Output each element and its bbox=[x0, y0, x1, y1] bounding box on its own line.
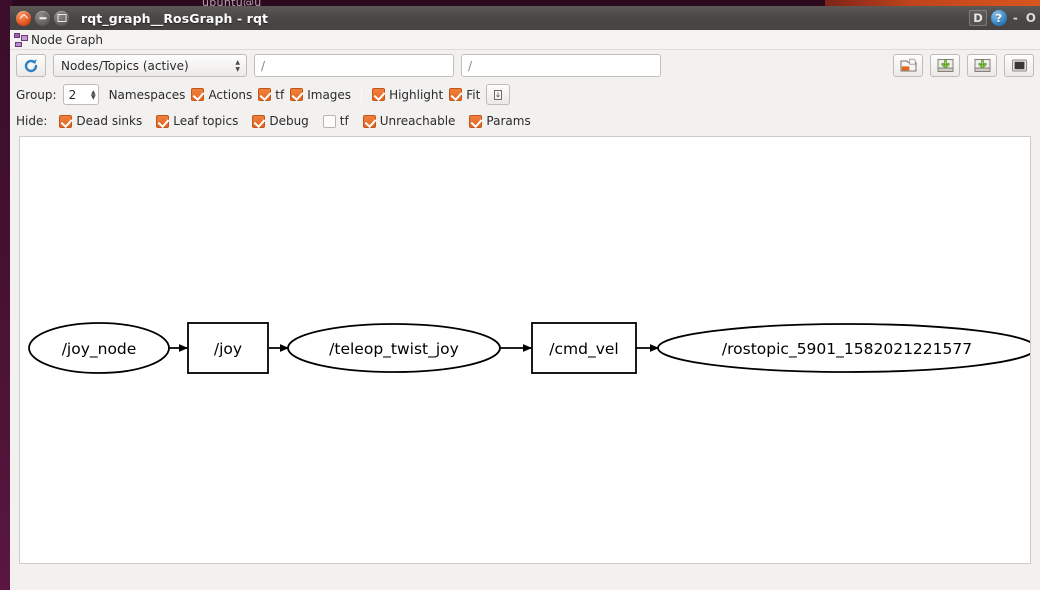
graph-node-rostopic[interactable]: /rostopic_5901_1582021221577 bbox=[657, 323, 1030, 373]
checkbox-hide-leaf-topics-box[interactable] bbox=[156, 114, 170, 128]
save-svg-icon bbox=[974, 59, 990, 72]
checkbox-tf[interactable]: tf bbox=[258, 88, 284, 102]
titlebar-restore-button[interactable]: O bbox=[1024, 11, 1038, 25]
node-graph-icon bbox=[14, 32, 28, 47]
toolbar-right-group bbox=[893, 54, 1034, 77]
checkbox-hide-leaf-topics[interactable]: Leaf topics bbox=[156, 114, 238, 128]
image-icon bbox=[1011, 59, 1027, 72]
folder-icon bbox=[900, 58, 916, 72]
spin-arrows-icon: ▲ ▼ bbox=[90, 88, 96, 101]
save-image-button[interactable] bbox=[1004, 54, 1034, 77]
minimize-button[interactable] bbox=[35, 10, 50, 26]
checkbox-highlight-label: Highlight bbox=[389, 87, 444, 102]
fit-in-view-icon bbox=[494, 89, 503, 100]
checkbox-highlight-box[interactable] bbox=[372, 88, 386, 101]
refresh-button[interactable] bbox=[16, 54, 46, 77]
titlebar-right-controls: D ? - O bbox=[969, 6, 1038, 30]
refresh-icon bbox=[24, 58, 38, 72]
group-spinbox[interactable]: 2 ▲ ▼ bbox=[62, 84, 99, 105]
checkbox-hide-dead-sinks[interactable]: Dead sinks bbox=[59, 114, 142, 128]
checkbox-hide-unreachable-label: Unreachable bbox=[379, 114, 456, 128]
fit-in-view-button[interactable] bbox=[486, 84, 511, 105]
checkbox-hide-dead-sinks-label: Dead sinks bbox=[76, 114, 143, 128]
checkbox-hide-unreachable[interactable]: Unreachable bbox=[362, 114, 456, 128]
save-dot-button[interactable] bbox=[930, 54, 960, 77]
hide-options-bar: Hide: Dead sinks Leaf topics Debug tf Un… bbox=[10, 108, 1040, 134]
checkbox-hide-params-label: Params bbox=[486, 114, 531, 128]
checkbox-hide-dead-sinks-box[interactable] bbox=[59, 114, 73, 128]
checkbox-images-box[interactable] bbox=[290, 88, 304, 101]
combo-arrows-icon: ▲ ▼ bbox=[235, 58, 240, 73]
ros-node-graph[interactable]: /joy_node /joy /teleop_twist_joy /cmd_ve… bbox=[20, 137, 1030, 563]
save-dot-icon bbox=[937, 59, 953, 72]
checkbox-hide-tf[interactable]: tf bbox=[322, 114, 349, 128]
checkbox-hide-debug[interactable]: Debug bbox=[252, 114, 309, 128]
help-icon[interactable]: ? bbox=[990, 10, 1007, 26]
dock-button[interactable]: D bbox=[969, 10, 987, 26]
checkbox-hide-unreachable-box[interactable] bbox=[362, 114, 376, 128]
status-bar bbox=[10, 564, 1040, 590]
checkbox-actions-label: Actions bbox=[208, 87, 253, 102]
node-label-rostopic: /rostopic_5901_1582021221577 bbox=[722, 340, 972, 359]
checkbox-hide-leaf-topics-label: Leaf topics bbox=[173, 114, 239, 128]
maximize-button[interactable] bbox=[54, 10, 69, 26]
graph-canvas[interactable]: /joy_node /joy /teleop_twist_joy /cmd_ve… bbox=[19, 136, 1031, 564]
group-label: Group: bbox=[16, 87, 57, 102]
plugin-title: Node Graph bbox=[31, 32, 103, 47]
graph-node-joy[interactable]: /joy bbox=[187, 322, 269, 374]
checkbox-actions[interactable]: Actions bbox=[191, 88, 252, 102]
node-label-joy_node: /joy_node bbox=[62, 340, 137, 359]
node-label-joy: /joy bbox=[214, 340, 242, 358]
checkbox-namespaces-label: Namespaces bbox=[108, 87, 186, 102]
checkbox-images[interactable]: Images bbox=[290, 88, 351, 102]
checkbox-hide-params[interactable]: Params bbox=[469, 114, 531, 128]
graph-node-cmd_vel[interactable]: /cmd_vel bbox=[531, 322, 637, 374]
graph-toolbar: Nodes/Topics (active) ▲ ▼ / / bbox=[10, 50, 1040, 81]
plugin-header: Node Graph bbox=[10, 30, 1040, 50]
checkbox-fit[interactable]: Fit bbox=[449, 88, 480, 102]
checkbox-fit-box[interactable] bbox=[449, 88, 463, 101]
titlebar-minimize-button[interactable]: - bbox=[1011, 11, 1020, 25]
graph-type-combobox[interactable]: Nodes/Topics (active) ▲ ▼ bbox=[53, 54, 247, 77]
close-button[interactable] bbox=[16, 10, 31, 26]
node-filter-input[interactable]: / bbox=[254, 54, 454, 77]
checkbox-tf-box[interactable] bbox=[258, 88, 272, 101]
checkbox-hide-params-box[interactable] bbox=[469, 114, 483, 128]
checkbox-fit-label: Fit bbox=[466, 87, 481, 102]
checkbox-hide-debug-label: Debug bbox=[269, 114, 309, 128]
toolbar-separator bbox=[361, 86, 363, 103]
hide-label: Hide: bbox=[16, 114, 48, 128]
checkbox-highlight[interactable]: Highlight bbox=[372, 88, 443, 102]
checkbox-hide-tf-label: tf bbox=[339, 114, 349, 128]
group-value: 2 bbox=[68, 87, 77, 102]
node-label-cmd_vel: /cmd_vel bbox=[549, 340, 618, 359]
topic-filter-input[interactable]: / bbox=[461, 54, 661, 77]
graph-node-teleop_twist_joy[interactable]: /teleop_twist_joy bbox=[287, 323, 501, 373]
save-svg-button[interactable] bbox=[967, 54, 997, 77]
load-dot-button[interactable] bbox=[893, 54, 923, 77]
node-label-teleop_twist_joy: /teleop_twist_joy bbox=[329, 340, 459, 359]
checkbox-actions-box[interactable] bbox=[191, 88, 205, 101]
window-title: rqt_graph__RosGraph - rqt bbox=[81, 10, 269, 26]
graph-type-value: Nodes/Topics (active) bbox=[61, 58, 189, 73]
rqt-main-window: rqt_graph__RosGraph - rqt D ? - O Node G… bbox=[10, 6, 1040, 590]
checkbox-namespaces[interactable]: Namespaces bbox=[109, 88, 186, 102]
window-titlebar[interactable]: rqt_graph__RosGraph - rqt D ? - O bbox=[10, 6, 1040, 30]
graph-node-joy_node[interactable]: /joy_node bbox=[28, 322, 170, 374]
checkbox-hide-debug-box[interactable] bbox=[252, 114, 266, 128]
checkbox-tf-label: tf bbox=[275, 87, 285, 102]
checkbox-hide-tf-box[interactable] bbox=[322, 114, 336, 128]
checkbox-images-label: Images bbox=[307, 87, 352, 102]
graph-options-bar: Group: 2 ▲ ▼ Namespaces Actions tf Images… bbox=[10, 81, 1040, 108]
